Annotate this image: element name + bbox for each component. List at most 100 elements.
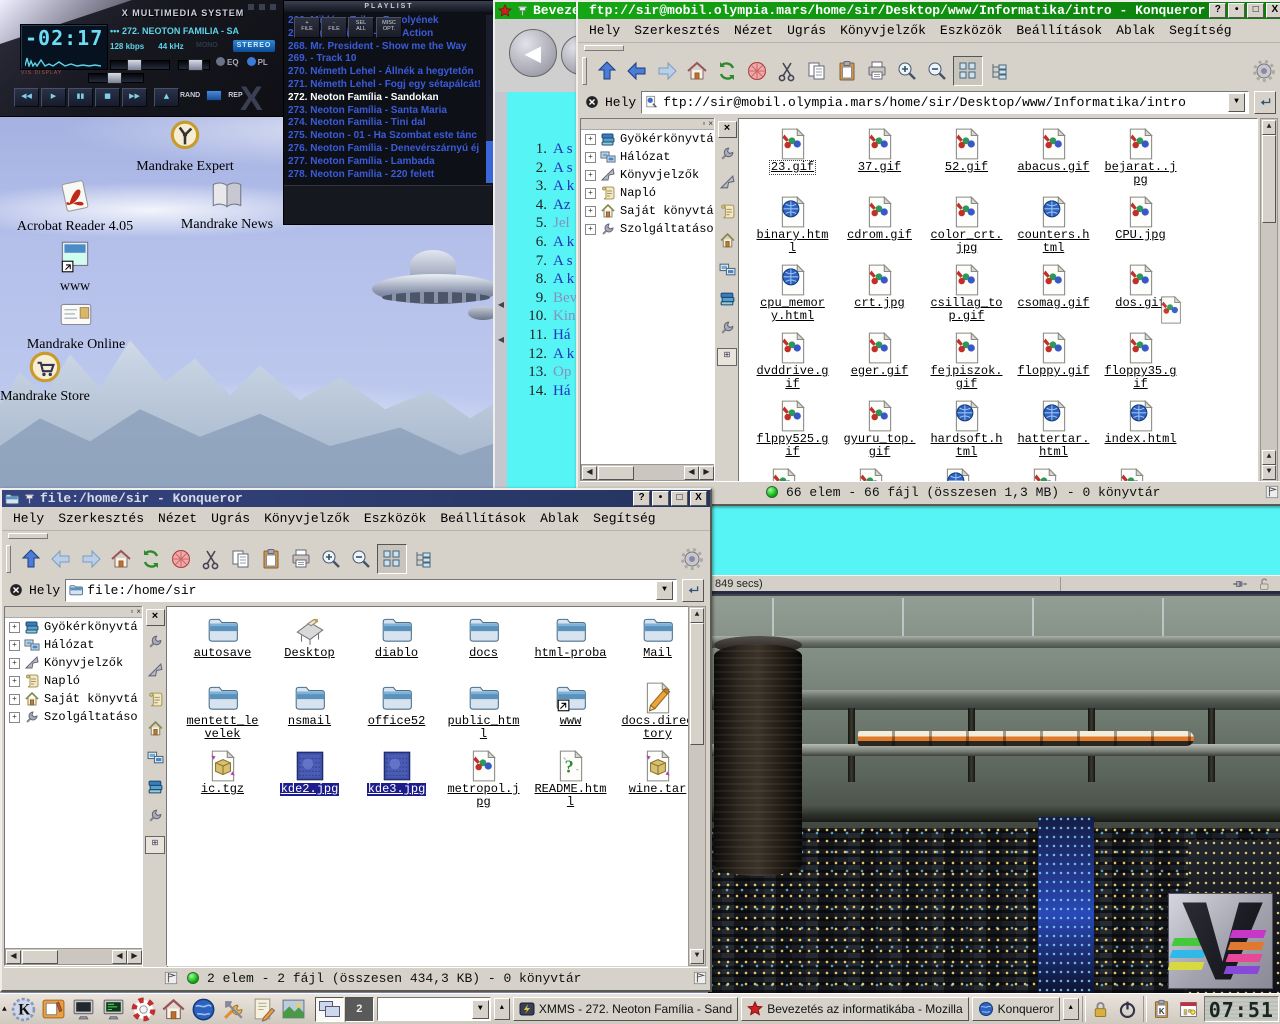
xmms-transport-button[interactable]: ▮▮ — [68, 88, 93, 107]
panel-launcher[interactable] — [40, 995, 68, 1023]
file-label[interactable]: eger.gif — [850, 365, 910, 378]
print-icon[interactable] — [287, 545, 315, 573]
zoom-in-icon[interactable] — [317, 545, 345, 573]
playlist-entry[interactable]: 278. Neoton Família - 220 felett — [288, 169, 484, 182]
file-label[interactable]: index.html — [1103, 433, 1177, 446]
file-label[interactable]: flppy525.gif — [753, 433, 833, 459]
list-link[interactable]: Az — [553, 196, 571, 215]
playlist-entry[interactable]: 268. Mr. President - Show me the Way — [288, 41, 484, 54]
file-item[interactable]: ic.tgz — [179, 749, 266, 817]
xmms-eq-button[interactable]: EQ — [216, 57, 239, 67]
paste-icon[interactable] — [833, 57, 861, 85]
kde-gear-icon[interactable] — [1250, 57, 1278, 85]
playlist-button[interactable]: SELALL — [348, 17, 374, 38]
sidebar-config-icon[interactable] — [147, 633, 164, 655]
file-item[interactable]: abacus.gif — [1010, 127, 1097, 195]
toolbar-grip[interactable] — [584, 45, 624, 51]
sidebar-network-icon[interactable] — [719, 261, 736, 283]
file-item[interactable]: mentett_levelek — [179, 681, 266, 749]
file-label[interactable]: floppy35.gif — [1101, 365, 1181, 391]
forward-icon[interactable] — [653, 57, 681, 85]
help-button[interactable]: ? — [1209, 3, 1226, 18]
sidebar-root-icon[interactable] — [147, 778, 164, 800]
taskbar-scroll-up[interactable]: ▲ — [494, 998, 510, 1020]
tree-item[interactable]: + Gyökérkönyvtá — [581, 130, 715, 148]
taskbar-scroll-up-2[interactable]: ▲ — [1063, 998, 1079, 1020]
konqueror-ftp-window[interactable]: ftp://sir@mobil.olympia.mars/home/sir/De… — [576, 0, 1280, 506]
clear-location-icon[interactable] — [584, 94, 600, 110]
panel-launcher[interactable] — [130, 995, 158, 1023]
tree-item[interactable]: + Hálózat — [581, 148, 715, 166]
xmms-transport-button[interactable]: ▲ — [154, 88, 179, 107]
playlist-entry[interactable]: 274. Neoton Família - Tini dal — [288, 117, 484, 130]
list-link[interactable]: A s — [553, 252, 573, 271]
minimize-button[interactable]: • — [1228, 3, 1245, 18]
desktop-pager[interactable]: 2 — [315, 997, 374, 1022]
menu-item[interactable]: Hely — [6, 510, 51, 527]
xmms-time-display[interactable]: -02:17 — [25, 26, 107, 50]
file-label[interactable]: abacus.gif — [1016, 161, 1090, 174]
tree-flag-icon[interactable] — [162, 971, 179, 986]
playlist-scrollbar[interactable] — [486, 15, 493, 183]
toolbar-handle[interactable] — [6, 545, 11, 573]
file-label[interactable]: docs — [468, 647, 499, 660]
dock-float-button[interactable]: ▫ — [130, 608, 133, 616]
xmms-transport-button[interactable]: ▶▶ — [122, 88, 147, 107]
menu-item[interactable]: Nézet — [727, 22, 780, 39]
clear-location-icon[interactable] — [8, 582, 24, 598]
tree-item[interactable]: + Hálózat — [5, 636, 143, 654]
file-view-scrollbar[interactable]: ▲ ▲ ▼ — [1260, 118, 1278, 482]
location-dropdown[interactable]: ▼ — [656, 581, 673, 600]
file-label[interactable]: 52.gif — [944, 161, 989, 174]
close-button[interactable]: X — [1266, 3, 1280, 18]
sidebar-home-icon[interactable] — [147, 720, 164, 742]
file-item[interactable]: kde2.jpg — [266, 749, 353, 817]
file-label[interactable]: Desktop — [283, 647, 335, 660]
zoom-out-icon[interactable] — [347, 545, 375, 573]
menu-item[interactable]: Szerkesztés — [627, 22, 727, 39]
go-button[interactable] — [682, 579, 704, 602]
dock-close-button[interactable]: × — [708, 120, 713, 128]
file-label[interactable]: kde3.jpg — [367, 783, 427, 796]
location-dropdown[interactable]: ▼ — [1228, 93, 1245, 112]
expander-icon[interactable]: + — [585, 188, 596, 199]
titlebar[interactable]: ftp://sir@mobil.olympia.mars/home/sir/De… — [578, 2, 1280, 19]
minimize-button[interactable]: • — [652, 491, 669, 506]
list-link[interactable]: Op — [553, 363, 571, 382]
panel-launcher[interactable] — [280, 995, 308, 1023]
tree-item[interactable]: + Napló — [5, 672, 143, 690]
file-item[interactable]: color_crt.jpg — [923, 195, 1010, 263]
sidebar-bookmarks-icon[interactable] — [719, 174, 736, 196]
file-label[interactable]: 37.gif — [857, 161, 902, 174]
copy-icon[interactable] — [227, 545, 255, 573]
file-item[interactable]: index.html — [1097, 399, 1184, 467]
file-item[interactable]: docs.directory — [614, 681, 690, 749]
desktop-icon[interactable]: Mandrake Store — [0, 348, 110, 405]
desktop-icon[interactable]: Acrobat Reader 4.05 — [10, 178, 140, 235]
panel-launcher[interactable] — [250, 995, 278, 1023]
list-link[interactable]: Há — [553, 382, 571, 401]
file-item[interactable]: counters.html — [1010, 195, 1097, 263]
playlist-entry[interactable]: 272. Neoton Família - Sandokan — [288, 92, 484, 105]
playlist-entry[interactable]: 273. Neoton Família - Santa Maria — [288, 105, 484, 118]
paste-icon[interactable] — [257, 545, 285, 573]
expander-icon[interactable]: + — [9, 712, 20, 723]
maximize-button[interactable]: □ — [1247, 3, 1264, 18]
tree-view-icon[interactable] — [985, 57, 1013, 85]
playlist-entry[interactable]: 269. - Track 10 — [288, 53, 484, 66]
taskbar-button[interactable]: Konqueror — [972, 997, 1060, 1021]
file-label[interactable]: hattertar.html — [1014, 433, 1094, 459]
list-link[interactable]: A k — [553, 270, 574, 289]
sidebar-root-icon[interactable] — [719, 290, 736, 312]
window-list-box[interactable]: ▼ — [377, 997, 491, 1021]
menu-item[interactable]: Beállítások — [433, 510, 533, 527]
zoom-in-icon[interactable] — [893, 57, 921, 85]
tree-item[interactable]: + Napló — [581, 184, 715, 202]
menu-item[interactable]: Hely — [582, 22, 627, 39]
file-item[interactable]: nsmail — [266, 681, 353, 749]
location-url[interactable]: ftp://sir@mobil.olympia.mars/home/sir/De… — [663, 95, 1224, 110]
playlist-entry[interactable]: 276. Neoton Família - Denevérszárnyú éj — [288, 143, 484, 156]
file-label[interactable]: floppy.gif — [1016, 365, 1090, 378]
xmms-volume-slider[interactable] — [110, 60, 170, 70]
file-label[interactable]: diablo — [374, 647, 419, 660]
